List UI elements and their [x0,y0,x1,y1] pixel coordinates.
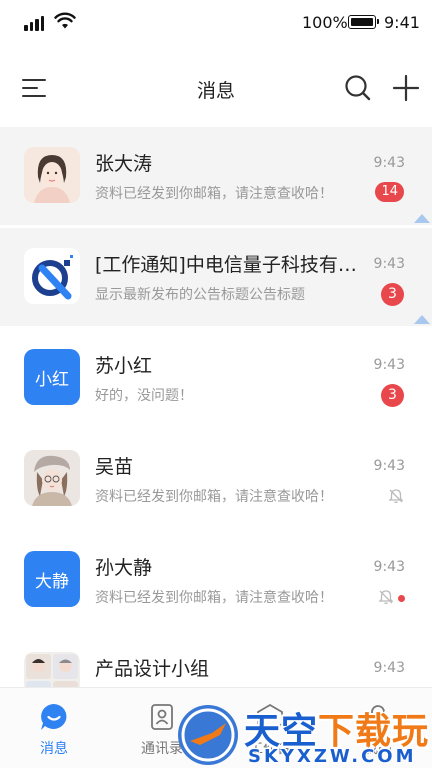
avatar [24,147,80,203]
chat-item[interactable]: 小红 苏小红 好的，没问题！ 9:43 3 [0,329,432,427]
contact-name: 孙大静 [95,557,153,579]
status-time: 9:41 [384,13,420,32]
message-time: 9:43 [373,559,405,575]
pinned-corner-icon [414,315,430,324]
chat-item[interactable]: 张大涛 资料已经发到你邮箱，请注意查收哈！ 9:43 14 [0,127,432,225]
battery-percent: 100% [302,13,348,32]
mute-bell-icon [378,590,394,605]
nav-bar: 消息 [0,60,432,118]
unread-badge: 3 [381,283,404,306]
contact-name: [工作通知]中电信量子科技有限公司 [95,254,363,276]
pinned-corner-icon [414,214,430,223]
message-time: 9:43 [373,357,405,373]
contact-name: 张大涛 [95,153,153,175]
plus-icon[interactable] [392,74,420,102]
contacts-icon [151,704,173,730]
contact-name: 苏小红 [95,355,153,377]
contact-name: 吴苗 [95,456,134,478]
signal-strength-icon [24,15,46,31]
group-avatar [24,652,80,687]
site-watermark: 天空下载玩 SKYXZW.COM [178,700,432,768]
chat-list: 张大涛 资料已经发到你邮箱，请注意查收哈！ 9:43 14 [工作通知]中电信量… [0,127,432,687]
battery-icon [348,15,379,29]
message-preview: 资料已经发到你邮箱，请注意查收哈！ [95,489,333,505]
avatar [24,450,80,506]
unread-badge: 14 [375,182,404,202]
message-time: 9:43 [373,256,405,272]
avatar: 小红 [24,349,80,405]
chat-item[interactable]: 大静 孙大静 资料已经发到你邮箱，请注意查收哈！ 9:43 [0,531,432,629]
tab-messages[interactable]: 消息 [0,688,108,768]
wifi-icon [54,12,76,29]
company-logo-avatar [24,248,80,304]
watermark-logo-icon [178,705,238,765]
mute-bell-icon [388,489,404,504]
chat-item[interactable]: [工作通知]中电信量子科技有限公司 显示最新发布的公告标题公告标题 9:43 3 [0,228,432,326]
contact-name: 产品设计小组 [95,658,210,680]
message-preview: 资料已经发到你邮箱，请注意查收哈！ [95,186,333,202]
status-bar: 100% 9:41 [0,0,432,46]
message-preview: 好的，没问题！ [95,388,193,404]
search-icon[interactable] [344,74,372,102]
message-time: 9:43 [373,155,405,171]
message-preview: 资料已经发到你邮箱，请注意查收哈！ [95,590,333,606]
chat-item[interactable]: 产品设计小组 9:43 [0,632,432,687]
unread-badge: 3 [381,384,404,407]
chat-bubble-icon [41,704,67,730]
message-time: 9:43 [373,458,405,474]
unread-dot [398,595,405,602]
message-preview: 显示最新发布的公告标题公告标题 [95,287,305,303]
tab-label: 消息 [40,741,68,757]
watermark-subtitle: SKYXZW.COM [248,746,417,767]
avatar: 大静 [24,551,80,607]
message-time: 9:43 [373,660,405,676]
chat-item[interactable]: 吴苗 资料已经发到你邮箱，请注意查收哈！ 9:43 [0,430,432,528]
